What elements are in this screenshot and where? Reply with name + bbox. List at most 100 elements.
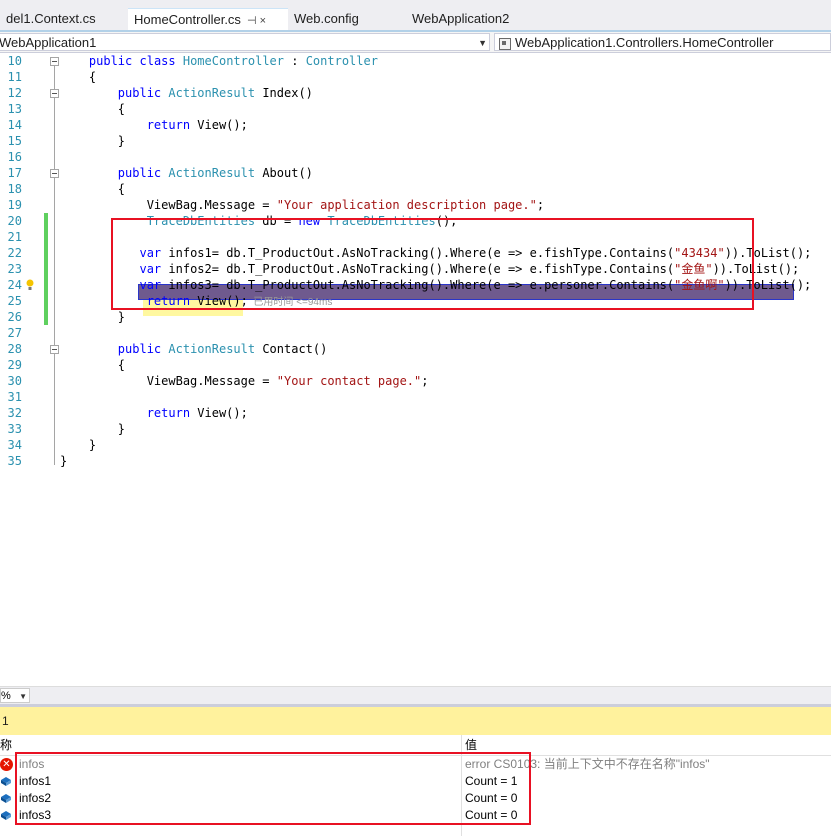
code-token: {	[60, 70, 97, 84]
line-number: 21	[7, 230, 22, 244]
code-line[interactable]: 35}	[0, 453, 831, 469]
code-token: ActionResult	[168, 342, 256, 356]
code-line[interactable]: 13 {	[0, 101, 831, 117]
line-number: 20	[7, 214, 22, 228]
code-text: }	[60, 133, 125, 149]
pin-icon[interactable]: ⊣ ×	[247, 15, 266, 27]
code-text: }	[60, 421, 125, 437]
code-token: Index()	[255, 86, 313, 100]
editor-status-strip: % ▼	[0, 686, 831, 705]
line-number: 27	[7, 326, 22, 340]
line-number: 19	[7, 198, 22, 212]
code-text: ViewBag.Message = "Your contact page.";	[60, 373, 429, 389]
line-number: 32	[7, 406, 22, 420]
code-line[interactable]: 29 {	[0, 357, 831, 373]
line-number: 13	[7, 102, 22, 116]
code-token: }	[60, 310, 126, 324]
code-line[interactable]: 11 {	[0, 69, 831, 85]
variable-icon	[1, 811, 11, 820]
code-line[interactable]: 26 }	[0, 309, 831, 325]
code-token: View();	[190, 118, 248, 132]
name-column-header[interactable]: 称	[0, 735, 12, 755]
variable-icon	[1, 777, 11, 786]
code-text: public ActionResult About()	[60, 165, 313, 181]
code-token: {	[60, 182, 126, 196]
chevron-down-icon[interactable]: ▼	[478, 34, 487, 52]
code-line[interactable]: 17 public ActionResult About()	[0, 165, 831, 181]
code-token: Controller	[305, 54, 378, 68]
code-line[interactable]: 28 public ActionResult Contact()	[0, 341, 831, 357]
line-number: 35	[7, 454, 22, 468]
code-line[interactable]: 14 return View();	[0, 117, 831, 133]
code-text: {	[60, 69, 96, 85]
code-token: "Your application description page."	[276, 198, 537, 212]
line-number: 33	[7, 422, 22, 436]
code-line[interactable]: 16	[0, 149, 831, 165]
zoom-dropdown[interactable]: % ▼	[0, 688, 30, 703]
code-token: ActionResult	[168, 86, 256, 100]
code-line[interactable]: 12 public ActionResult Index()	[0, 85, 831, 101]
watch-window-title: 1	[0, 707, 831, 735]
code-text: }	[60, 437, 96, 453]
code-token: ViewBag.Message =	[60, 198, 277, 212]
navigation-bar: WebApplication1 ▼ WebApplication1.Contro…	[0, 32, 831, 53]
code-line[interactable]: 15 }	[0, 133, 831, 149]
code-token: }	[60, 454, 68, 468]
code-line[interactable]: 31	[0, 389, 831, 405]
code-token: }	[60, 134, 126, 148]
code-line[interactable]: 10 public class HomeController : Control…	[0, 53, 831, 69]
code-text: public class HomeController : Controller	[60, 53, 378, 69]
project-dropdown[interactable]: WebApplication1 ▼	[0, 33, 490, 51]
line-number: 25	[7, 294, 22, 308]
error-icon: ✕	[0, 758, 13, 771]
document-tab-bar: del1.Context.cs HomeController.cs ⊣ × Web…	[0, 0, 831, 32]
code-token: ActionResult	[168, 166, 256, 180]
code-token: {	[60, 102, 126, 116]
code-line[interactable]: 18 {	[0, 181, 831, 197]
code-token: public	[88, 54, 133, 68]
code-line[interactable]: 19 ViewBag.Message = "Your application d…	[0, 197, 831, 213]
code-token: Contact()	[255, 342, 328, 356]
tab-webapplication2[interactable]: WebApplication2	[406, 8, 556, 30]
line-number: 17	[7, 166, 22, 180]
code-line[interactable]: 34 }	[0, 437, 831, 453]
code-token: public	[117, 166, 162, 180]
code-token: return	[146, 406, 191, 420]
line-number: 30	[7, 374, 22, 388]
code-token: HomeController	[182, 54, 285, 68]
annotation-box-code	[111, 218, 754, 310]
code-text: {	[60, 181, 125, 197]
code-token: :	[284, 54, 306, 68]
code-line[interactable]: 30 ViewBag.Message = "Your contact page.…	[0, 373, 831, 389]
line-number: 18	[7, 182, 22, 196]
code-line[interactable]: 33 }	[0, 421, 831, 437]
lightbulb-icon[interactable]	[25, 279, 35, 291]
line-number: 14	[7, 118, 22, 132]
chevron-down-icon[interactable]: ▼	[19, 689, 27, 704]
code-editor[interactable]: 10 public class HomeController : Control…	[0, 53, 831, 685]
tab-context[interactable]: del1.Context.cs	[0, 8, 125, 30]
code-text: return View();	[60, 117, 248, 133]
line-number: 31	[7, 390, 22, 404]
code-text: public ActionResult Index()	[60, 85, 313, 101]
code-text: {	[60, 357, 125, 373]
line-number: 23	[7, 262, 22, 276]
line-number: 26	[7, 310, 22, 324]
code-token: ;	[536, 198, 545, 212]
code-line[interactable]: 27	[0, 325, 831, 341]
tab-webconfig[interactable]: Web.config	[288, 8, 406, 30]
type-dropdown[interactable]: WebApplication1.Controllers.HomeControll…	[494, 33, 831, 51]
line-number: 24	[7, 278, 22, 292]
code-line[interactable]: 32 return View();	[0, 405, 831, 421]
code-text: public ActionResult Contact()	[60, 341, 328, 357]
variable-icon	[1, 794, 11, 803]
tab-homecontroller[interactable]: HomeController.cs ⊣ ×	[128, 8, 288, 30]
line-number: 15	[7, 134, 22, 148]
